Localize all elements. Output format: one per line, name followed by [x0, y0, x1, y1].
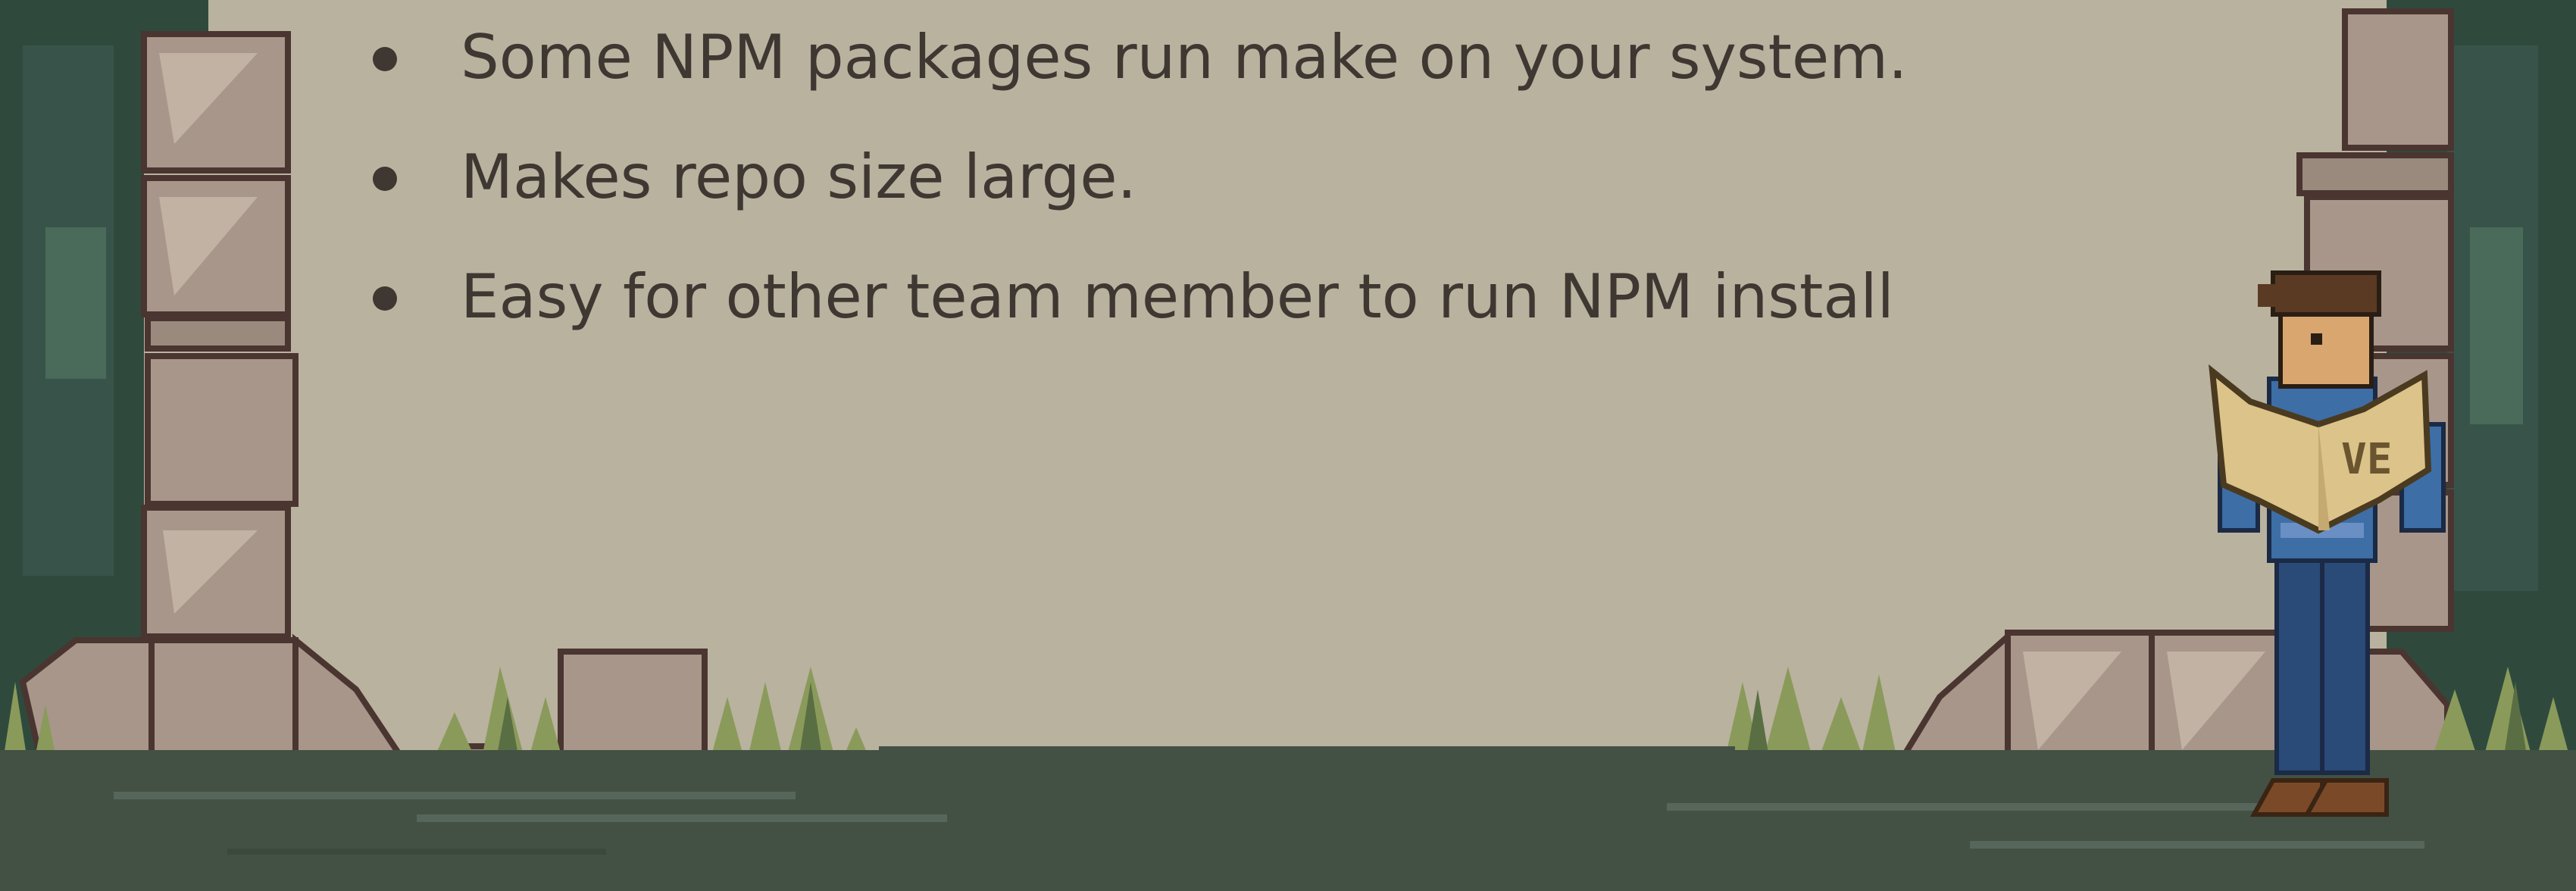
ground [0, 746, 2576, 891]
bullet-text: Easy for other team member to run NPM in… [461, 261, 1894, 332]
bullet-item: Easy for other team member to run NPM in… [364, 245, 1908, 365]
bullet-text: Some NPM packages run make on your syste… [461, 22, 1908, 92]
bullet-item: Makes repo size large. [364, 126, 1908, 245]
bullet-list: Some NPM packages run make on your syste… [364, 6, 1908, 365]
map-label: VE [2341, 435, 2392, 484]
bullet-dot-icon [373, 167, 397, 191]
bullet-item: Some NPM packages run make on your syste… [364, 6, 1908, 126]
bullet-text: Makes repo size large. [461, 142, 1137, 212]
bullet-dot-icon [373, 47, 397, 71]
bullet-dot-icon [373, 286, 397, 311]
